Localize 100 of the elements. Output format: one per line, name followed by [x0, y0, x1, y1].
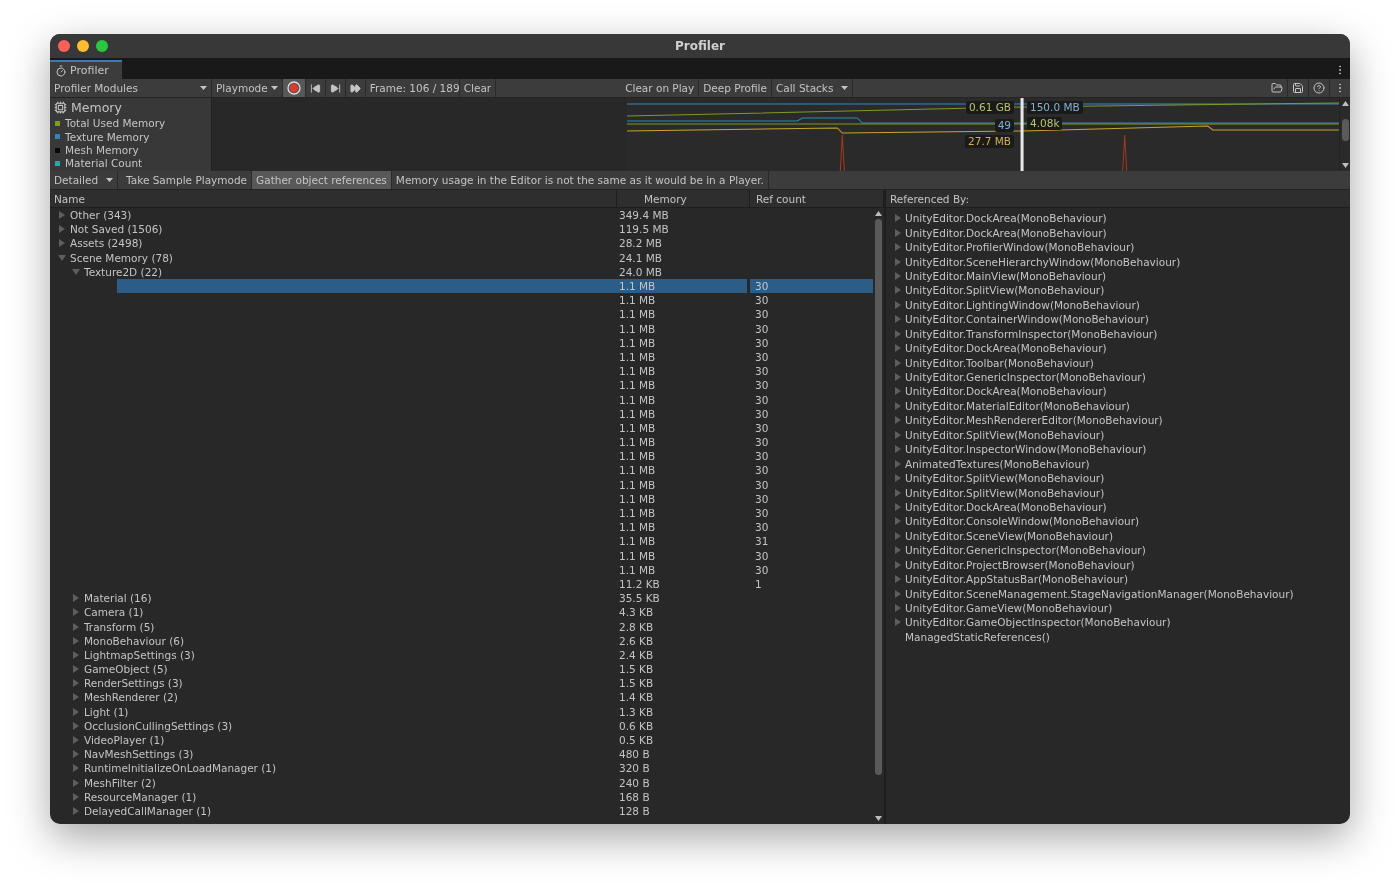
skip-back-icon: [309, 82, 321, 94]
reference-item[interactable]: UnityEditor.ContainerWindow(MonoBehaviour): [905, 313, 1149, 326]
tree-row[interactable]: Scene Memory (78) 24.1 MB: [56, 250, 873, 265]
tree-row[interactable]: 1.1 MB 30: [117, 335, 873, 350]
memory-cell: 24.1 MB: [619, 251, 662, 264]
reference-item[interactable]: UnityEditor.AppStatusBar(MonoBehaviour): [905, 573, 1128, 586]
column-header[interactable]: Ref count: [750, 190, 884, 207]
reference-item[interactable]: UnityEditor.DockArea(MonoBehaviour): [905, 212, 1107, 225]
reference-item[interactable]: UnityEditor.DockArea(MonoBehaviour): [905, 385, 1107, 398]
tree-row[interactable]: 1.1 MB 30: [117, 321, 873, 336]
tree-row[interactable]: 1.1 MB 30: [117, 505, 873, 521]
memory-cell: 0.5 KB: [619, 734, 654, 747]
reference-item[interactable]: AnimatedTextures(MonoBehaviour): [905, 457, 1090, 470]
reference-item[interactable]: UnityEditor.GameObjectInspector(MonoBehaviour): [905, 616, 1171, 629]
tree-row[interactable]: DelayedCallManager (1) 128 B: [70, 803, 873, 819]
name-cell: ResourceManager (1): [84, 790, 197, 803]
tree-row[interactable]: 1.1 MB 30: [117, 392, 873, 407]
reference-item[interactable]: UnityEditor.SceneView(MonoBehaviour): [905, 529, 1113, 542]
reference-item[interactable]: UnityEditor.ProfilerWindow(MonoBehaviour): [905, 241, 1135, 254]
record-button[interactable]: [282, 79, 306, 97]
reference-item[interactable]: UnityEditor.DockArea(MonoBehaviour): [905, 500, 1107, 513]
reference-item[interactable]: UnityEditor.ConsoleWindow(MonoBehaviour): [905, 515, 1140, 528]
tree-row[interactable]: 1.1 MB 30: [117, 406, 873, 421]
reference-item[interactable]: UnityEditor.GameView(MonoBehaviour): [905, 602, 1113, 615]
tree-row[interactable]: 1.1 MB 30: [117, 435, 873, 450]
tree-row[interactable]: 1.1 MB 30: [117, 364, 873, 379]
toggle-button[interactable]: Take Sample Playmode: [122, 171, 253, 189]
tree-row[interactable]: Camera (1) 4.3 KB: [70, 605, 873, 620]
toggle-button[interactable]: Gather object references: [252, 171, 392, 189]
reference-item[interactable]: UnityEditor.MeshRendererEditor(MonoBehaviour): [905, 414, 1163, 427]
scroll-thumb[interactable]: [1341, 119, 1349, 141]
scroll-thumb[interactable]: [875, 219, 882, 775]
tree-row[interactable]: 1.1 MB 30: [117, 491, 873, 506]
graph-readout: 150.0 MB: [1027, 101, 1083, 114]
tree-row[interactable]: 1.1 MB 30: [117, 449, 873, 464]
tree-row[interactable]: 1.1 MB 30: [117, 278, 873, 294]
tree-row[interactable]: 1.1 MB 30: [117, 477, 873, 492]
memory-cell: 1.1 MB: [619, 450, 656, 463]
tree-row[interactable]: 1.1 MB 30: [117, 463, 873, 478]
tree-row[interactable]: 1.1 MB 30: [117, 378, 873, 393]
tree-row[interactable]: Material (16) 35.5 KB: [70, 591, 873, 606]
tree-row[interactable]: Other (343) 349.4 MB: [56, 208, 873, 223]
tree-row[interactable]: ResourceManager (1) 168 B: [70, 789, 873, 804]
reference-item[interactable]: UnityEditor.GenericInspector(MonoBehaviour): [905, 544, 1146, 557]
column-header[interactable]: Name: [50, 190, 617, 207]
tree-row[interactable]: Transform (5) 2.8 KB: [70, 619, 873, 634]
reference-item[interactable]: UnityEditor.SplitView(MonoBehaviour): [905, 284, 1105, 297]
memory-cell: 11.2 KB: [619, 577, 660, 590]
tree-row[interactable]: Texture2D (22) 24.0 MB: [70, 264, 873, 279]
tree-row[interactable]: 11.2 KB 1: [117, 576, 873, 592]
scroll-up-icon[interactable]: [875, 211, 882, 216]
tree-row[interactable]: RenderSettings (3) 1.5 KB: [70, 676, 873, 691]
reference-item[interactable]: UnityEditor.GenericInspector(MonoBehaviour): [905, 371, 1146, 384]
tree-row[interactable]: 1.1 MB 30: [117, 548, 873, 563]
memory-cell: 168 B: [619, 790, 650, 803]
reference-item[interactable]: UnityEditor.ProjectBrowser(MonoBehaviour): [905, 558, 1135, 571]
reference-item[interactable]: UnityEditor.SplitView(MonoBehaviour): [905, 472, 1105, 485]
graph-readout: 0.61 GB: [965, 101, 1014, 114]
name-cell: Not Saved (1506): [70, 223, 163, 236]
tree-row[interactable]: Assets (2498) 28.2 MB: [56, 236, 873, 251]
reference-item[interactable]: UnityEditor.DockArea(MonoBehaviour): [905, 226, 1107, 239]
reference-item[interactable]: UnityEditor.MaterialEditor(MonoBehaviour): [905, 399, 1130, 412]
reference-item[interactable]: UnityEditor.SplitView(MonoBehaviour): [905, 428, 1105, 441]
scroll-up-icon[interactable]: [1341, 101, 1349, 106]
tree-row[interactable]: NavMeshSettings (3) 480 B: [70, 747, 873, 762]
tree-row[interactable]: OcclusionCullingSettings (3) 0.6 KB: [70, 718, 873, 733]
tree-row[interactable]: 1.1 MB 30: [117, 420, 873, 435]
tree-row[interactable]: 1.1 MB 30: [117, 349, 873, 365]
reference-item[interactable]: UnityEditor.SceneManagement.StageNavigationManager(MonoBehaviour): [905, 587, 1294, 600]
zoom-button[interactable]: [96, 40, 108, 52]
tree-row[interactable]: 1.1 MB 30: [117, 307, 873, 322]
reference-item[interactable]: UnityEditor.DockArea(MonoBehaviour): [905, 342, 1107, 355]
close-button[interactable]: [58, 40, 70, 52]
profiler-tab[interactable]: Profiler: [50, 60, 122, 79]
reference-item[interactable]: UnityEditor.MainView(MonoBehaviour): [905, 269, 1107, 282]
tree-row[interactable]: MonoBehaviour (6) 2.6 KB: [70, 633, 873, 648]
tree-row[interactable]: RuntimeInitializeOnLoadManager (1) 320 B: [70, 761, 873, 776]
reference-item[interactable]: UnityEditor.LightingWindow(MonoBehaviour): [905, 298, 1140, 311]
reference-item[interactable]: UnityEditor.TransformInspector(MonoBehaviour): [905, 327, 1158, 340]
tree-row[interactable]: MeshFilter (2) 240 B: [70, 775, 873, 790]
tree-row[interactable]: GameObject (5) 1.5 KB: [70, 662, 873, 677]
tree-row[interactable]: Light (1) 1.3 KB: [70, 704, 873, 719]
tree-row[interactable]: 1.1 MB 30: [117, 562, 873, 577]
reference-item[interactable]: UnityEditor.SceneHierarchyWindow(MonoBehaviour): [905, 255, 1181, 268]
tree-row[interactable]: Not Saved (1506) 119.5 MB: [56, 222, 873, 237]
scroll-down-icon[interactable]: [875, 816, 882, 821]
tree-row[interactable]: MeshRenderer (2) 1.4 KB: [70, 690, 873, 705]
reference-item[interactable]: UnityEditor.SplitView(MonoBehaviour): [905, 486, 1105, 499]
caret-icon: [270, 86, 278, 90]
reference-item[interactable]: ManagedStaticReferences(): [905, 630, 1050, 643]
column-header[interactable]: Memory: [617, 190, 750, 207]
tree-row[interactable]: 1.1 MB 30: [117, 520, 873, 535]
tree-row[interactable]: 1.1 MB 31: [117, 534, 873, 549]
tree-row[interactable]: VideoPlayer (1) 0.5 KB: [70, 732, 873, 748]
tree-row[interactable]: 1.1 MB 30: [117, 293, 873, 308]
tree-row[interactable]: LightmapSettings (3) 2.4 KB: [70, 647, 873, 662]
reference-item[interactable]: UnityEditor.Toolbar(MonoBehaviour): [905, 356, 1094, 369]
scroll-down-icon[interactable]: [1341, 163, 1349, 168]
minimize-button[interactable]: [77, 40, 89, 52]
reference-item[interactable]: UnityEditor.InspectorWindow(MonoBehaviour): [905, 443, 1147, 456]
